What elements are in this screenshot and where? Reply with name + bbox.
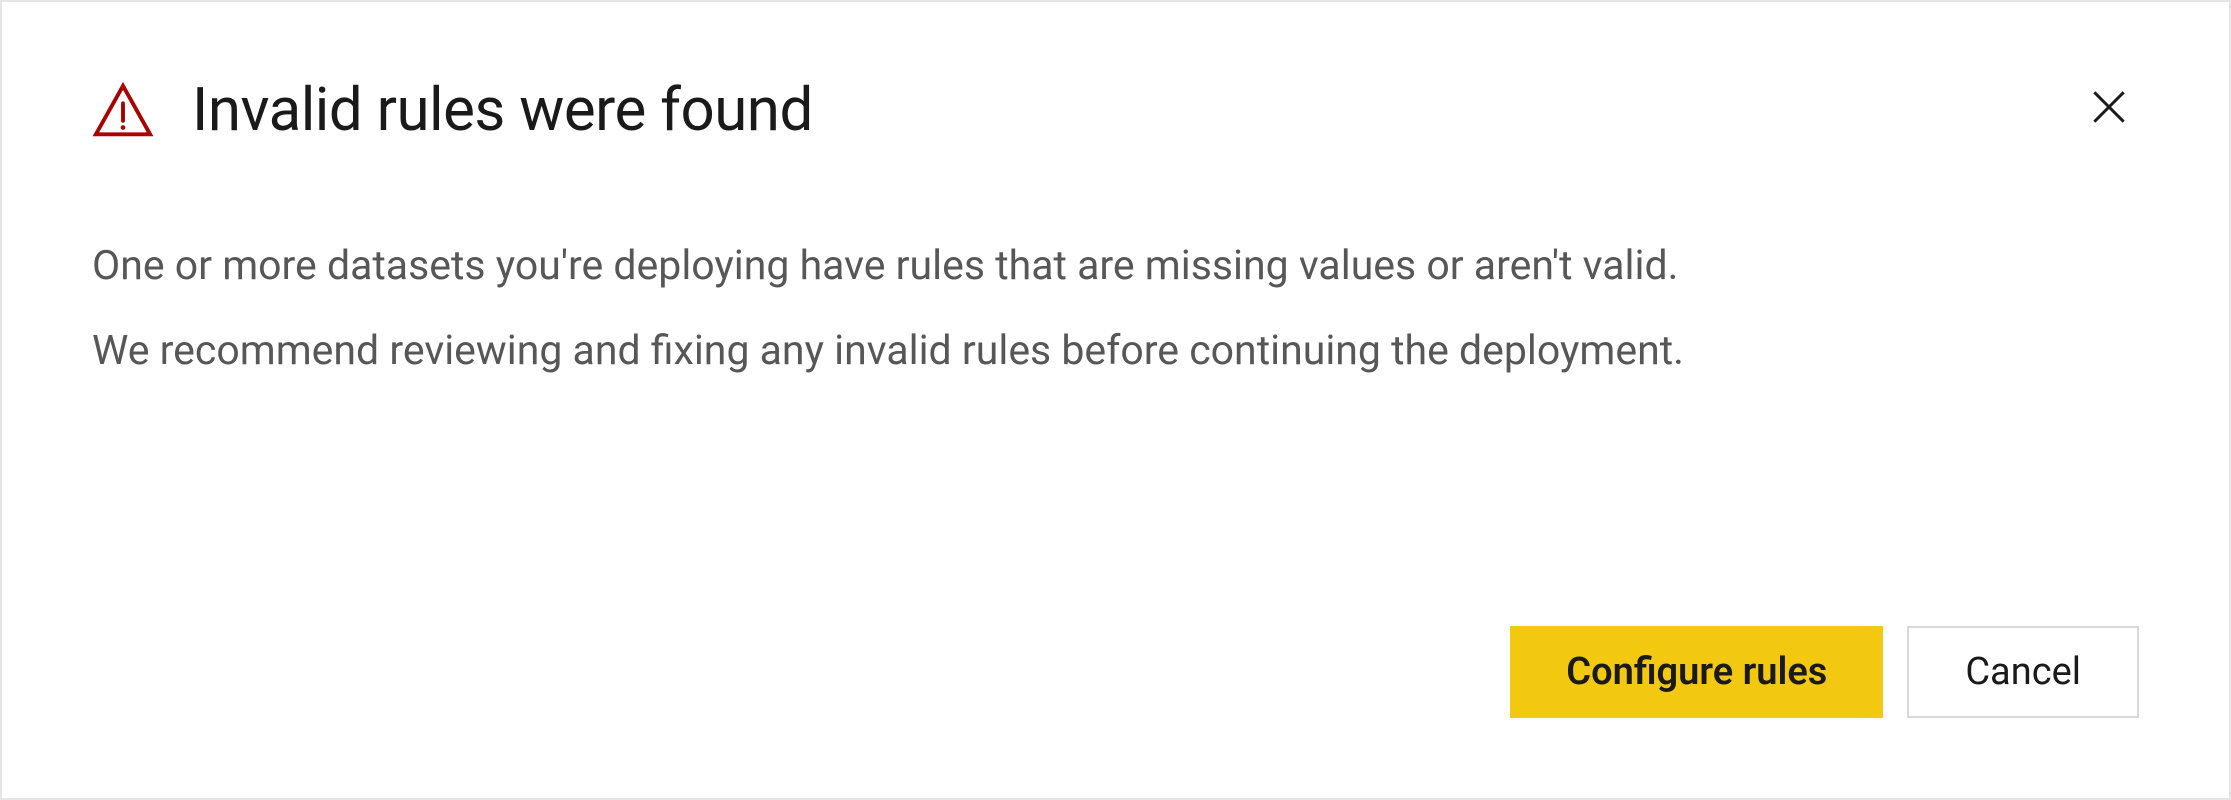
close-button[interactable] (2081, 80, 2137, 136)
dialog-header: Invalid rules were found (92, 74, 2139, 145)
invalid-rules-dialog: Invalid rules were found One or more dat… (0, 0, 2231, 800)
close-icon (2087, 85, 2131, 132)
cancel-button[interactable]: Cancel (1907, 626, 2139, 718)
dialog-body: One or more datasets you're deploying ha… (92, 237, 2139, 566)
dialog-message-line-1: One or more datasets you're deploying ha… (92, 237, 2139, 296)
dialog-message-line-2: We recommend reviewing and fixing any in… (92, 322, 2139, 381)
dialog-footer: Configure rules Cancel (92, 626, 2139, 718)
warning-triangle-icon (92, 82, 154, 138)
dialog-title: Invalid rules were found (192, 74, 813, 145)
configure-rules-button[interactable]: Configure rules (1510, 626, 1883, 718)
